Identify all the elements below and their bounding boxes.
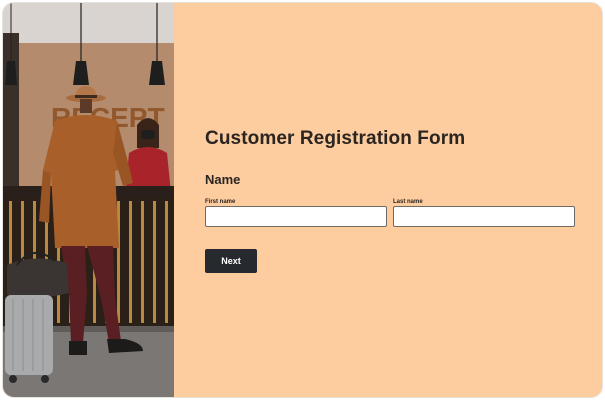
- last-name-input[interactable]: [393, 206, 575, 227]
- last-name-label: Last name: [393, 199, 423, 205]
- next-button[interactable]: Next: [205, 249, 257, 273]
- registration-form: Customer Registration Form Name First na…: [205, 3, 585, 397]
- traveler-jacket: [43, 115, 125, 248]
- first-name-input[interactable]: [205, 206, 387, 227]
- section-label-name: Name: [205, 172, 241, 187]
- traveler-shoe: [69, 341, 87, 355]
- suitcase: [5, 295, 53, 375]
- first-name-label: First name: [205, 199, 236, 205]
- form-title: Customer Registration Form: [205, 128, 466, 149]
- ceiling: [3, 3, 174, 48]
- hotel-reception-photo: RECEPT: [3, 3, 174, 397]
- form-card: RECEPT Customer Registration Form Name F…: [2, 2, 603, 398]
